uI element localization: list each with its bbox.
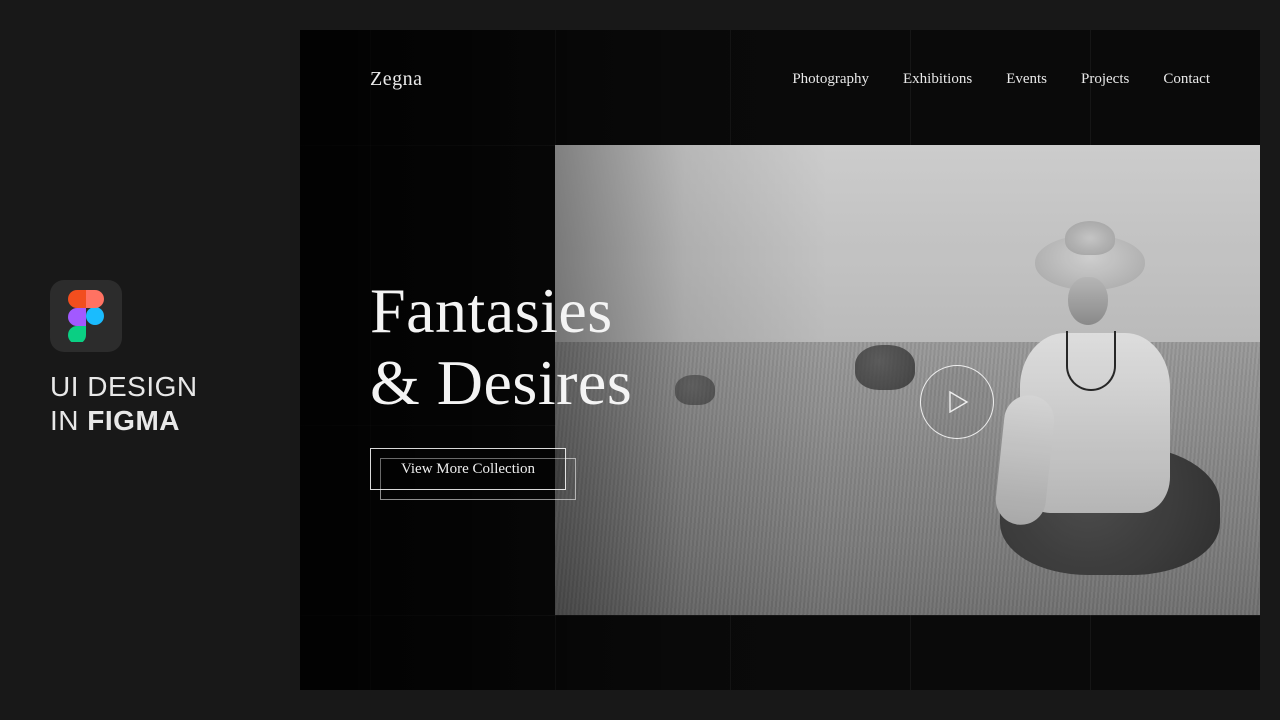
nav-exhibitions[interactable]: Exhibitions [903,71,972,88]
nav-photography[interactable]: Photography [792,71,869,88]
hero-text: Fantasies & Desires View More Collection [370,275,632,498]
promo-panel: UI DESIGN IN FIGMA [50,280,280,437]
cta-wrap: View More Collection [370,448,578,498]
hero-title-line-2: & Desires [370,347,632,418]
promo-text: UI DESIGN IN FIGMA [50,370,280,437]
stage: UI DESIGN IN FIGMA [0,0,1280,720]
nav-projects[interactable]: Projects [1081,71,1129,88]
hero-title: Fantasies & Desires [370,275,632,418]
site-header: Zegna Photography Exhibitions Events Pro… [370,68,1210,91]
main-nav: Photography Exhibitions Events Projects … [792,71,1210,88]
hero-image [555,145,1260,615]
figma-icon [50,280,122,352]
promo-line-2: IN FIGMA [50,404,280,438]
view-more-button[interactable]: View More Collection [370,448,566,490]
brand-logo[interactable]: Zegna [370,68,422,91]
hero-figure-silhouette [980,235,1190,555]
hero-title-line-1: Fantasies [370,275,613,346]
nav-events[interactable]: Events [1006,71,1047,88]
play-icon [949,391,969,413]
play-button[interactable] [920,365,994,439]
nav-contact[interactable]: Contact [1163,71,1210,88]
design-frame: Zegna Photography Exhibitions Events Pro… [300,30,1260,690]
promo-line-1: UI DESIGN [50,370,280,404]
